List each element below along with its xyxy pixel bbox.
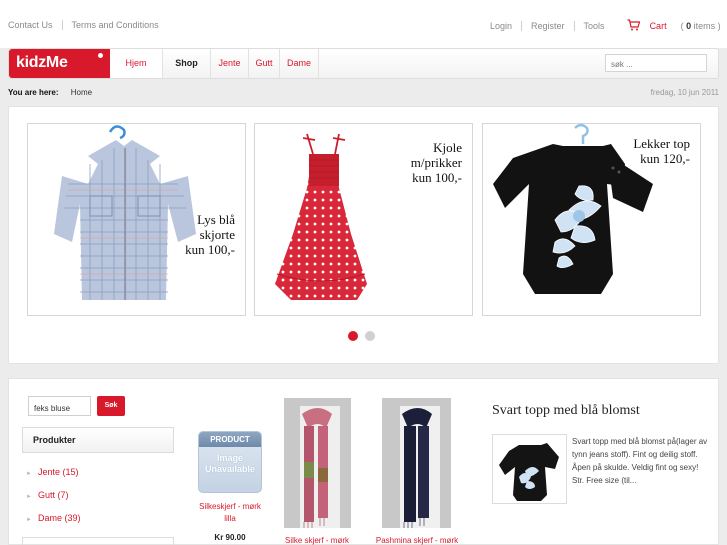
main-nav: kidzMe Hjem Shop Jente Gutt Dame: [8, 48, 719, 79]
terms-link[interactable]: Terms and Conditions: [72, 20, 159, 30]
slide-caption-line: Lekker top: [633, 136, 690, 151]
nav-item-dame[interactable]: Dame: [280, 49, 318, 78]
top-link-separator: [521, 21, 523, 31]
cart-link[interactable]: Cart: [650, 21, 667, 31]
top-bar: Contact Us Terms and Conditions Login Re…: [0, 0, 727, 48]
cart-count: ( 0 items ): [681, 21, 721, 31]
product-price: Kr 90.00: [214, 533, 246, 542]
lower-content: Søk Produkter ► Jente (15) ► Gutt (7) ► Dam…: [8, 378, 719, 545]
search-button[interactable]: Søk: [97, 396, 125, 416]
top-link-separator: [61, 20, 63, 30]
breadcrumb-home[interactable]: Home: [71, 88, 92, 97]
image-placeholder-line: Image: [216, 453, 243, 463]
slider-pagination: [348, 331, 382, 341]
image-placeholder-text: Image Unavailable: [199, 453, 261, 475]
product-name-line: Pashmina skjerf - mørk: [375, 536, 459, 545]
featured-top-image: [499, 443, 559, 501]
slide-shirt[interactable]: Lys blå skjorte kun 100,-: [27, 123, 246, 316]
register-link[interactable]: Register: [531, 21, 565, 31]
category-label: Dame (39): [37, 513, 81, 523]
product-image-unavailable[interactable]: PRODUCT Image Unavailable: [198, 431, 262, 493]
tools-link[interactable]: Tools: [584, 21, 605, 31]
product-name[interactable]: Pashmina skjerf - mørk: [369, 535, 465, 545]
slide-caption-line: skjorte: [199, 227, 235, 242]
product-search-input[interactable]: [28, 396, 91, 416]
category-title: Produkter: [22, 427, 174, 453]
product-name-line: Silkeskjerf - mørk: [199, 502, 261, 511]
product-name-line: Silke skjerf - mørk: [285, 536, 349, 545]
slide-caption: Kjole m/prikker kun 100,-: [411, 140, 462, 185]
product-name[interactable]: Silkeskjerf - mørk lilla: [189, 501, 271, 525]
slide-top[interactable]: Lekker top kun 120,-: [482, 123, 701, 316]
slider-dot-1[interactable]: [348, 331, 358, 341]
top-links-right: Login Register Tools Cart ( 0 items ): [490, 19, 721, 32]
category-label: Gutt (7): [37, 490, 69, 500]
cart-count-suffix: items ): [691, 21, 721, 31]
bullet-arrow-icon: ►: [26, 471, 32, 477]
slide-caption-line: Kjole: [433, 140, 462, 155]
nav-item-gutt[interactable]: Gutt: [249, 49, 279, 78]
top-links-left: Contact Us Terms and Conditions: [8, 20, 159, 30]
slide-caption-line: m/prikker: [410, 155, 462, 170]
category-item-gutt[interactable]: ► Gutt (7): [26, 490, 68, 500]
image-placeholder-line: Unavailable: [204, 464, 256, 474]
slide-caption-line: kun 120,-: [640, 151, 690, 166]
nav-item-jente[interactable]: Jente: [211, 49, 248, 78]
site-logo[interactable]: kidzMe: [9, 49, 110, 78]
bullet-arrow-icon: ►: [26, 517, 32, 523]
product-name[interactable]: Silke skjerf - mørk: [277, 535, 357, 545]
nav-item-hjem[interactable]: Hjem: [110, 49, 162, 78]
product-image-pink-scarf[interactable]: [284, 398, 351, 528]
login-link[interactable]: Login: [490, 21, 512, 31]
featured-title[interactable]: Svart topp med blå blomst: [492, 403, 640, 419]
featured-image[interactable]: [492, 434, 567, 504]
slide-caption-line: kun 100,-: [185, 242, 235, 257]
bullet-arrow-icon: ►: [26, 494, 32, 500]
slide-dress[interactable]: Kjole m/prikker kun 100,-: [254, 123, 473, 316]
category-item-dame[interactable]: ► Dame (39): [26, 513, 80, 523]
category-item-jente[interactable]: ► Jente (15): [26, 467, 78, 477]
slider-dot-2[interactable]: [365, 331, 375, 341]
breadcrumb: You are here: Home: [8, 88, 92, 97]
slide-caption: Lys blå skjorte kun 100,-: [185, 212, 235, 257]
category-label: Jente (15): [37, 467, 79, 477]
current-date: fredag, 10 jun 2011: [650, 88, 719, 97]
breadcrumb-label: You are here:: [8, 88, 59, 97]
top-link-separator: [573, 21, 575, 31]
slide-caption: Lekker top kun 120,-: [633, 136, 690, 166]
contact-us-link[interactable]: Contact Us: [8, 20, 53, 30]
product-image-navy-scarf[interactable]: [382, 398, 451, 528]
logo-dot: [98, 53, 103, 58]
nav-item-shop[interactable]: Shop: [163, 49, 210, 78]
slide-caption-line: Lys blå: [197, 212, 235, 227]
featured-description: Svart topp med blå blomst på(lager av ty…: [572, 437, 708, 485]
product-name-line: lilla: [224, 514, 236, 523]
image-placeholder-band: PRODUCT: [199, 432, 261, 447]
featured-slider: Lys blå skjorte kun 100,- Kjole m/prikke…: [8, 106, 719, 364]
slide-caption-line: kun 100,-: [412, 170, 462, 185]
logo-text: kidzMe: [16, 54, 68, 71]
nav-divider: [318, 49, 319, 78]
sidebar-box: [22, 537, 174, 545]
search-input[interactable]: [605, 54, 707, 72]
cart-icon[interactable]: [627, 19, 640, 31]
